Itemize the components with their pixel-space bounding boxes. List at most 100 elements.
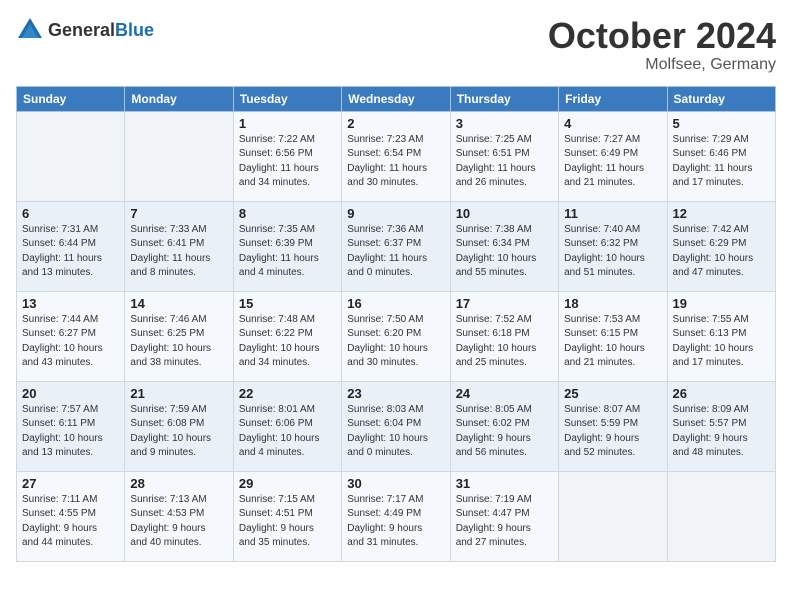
calendar-cell: 15 Sunrise: 7:48 AM Sunset: 6:22 PM Dayli…: [233, 291, 341, 381]
day-number: 10: [456, 206, 553, 221]
day-number: 5: [673, 116, 770, 131]
calendar-cell: 31 Sunrise: 7:19 AM Sunset: 4:47 PM Dayli…: [450, 471, 558, 561]
day-number: 31: [456, 476, 553, 491]
calendar-cell: 3 Sunrise: 7:25 AM Sunset: 6:51 PM Daylig…: [450, 111, 558, 201]
day-number: 20: [22, 386, 119, 401]
title-block: October 2024 Molfsee, Germany: [548, 16, 776, 74]
calendar-cell: [559, 471, 667, 561]
calendar-week-row: 27Sunrise: 7:11 AM Sunset: 4:55 PM Dayli…: [17, 471, 776, 561]
day-info: Sunrise: 7:36 AM Sunset: 6:37 PM Dayligh…: [347, 223, 444, 281]
calendar-cell: [125, 111, 233, 201]
day-info: Sunrise: 8:03 AM Sunset: 6:04 PM Dayligh…: [347, 403, 444, 461]
day-info: Sunrise: 7:57 AM Sunset: 6:11 PM Dayligh…: [22, 403, 119, 461]
calendar-cell: 18 Sunrise: 7:53 AM Sunset: 6:15 PM Dayli…: [559, 291, 667, 381]
day-number: 18: [564, 296, 661, 311]
calendar-cell: 23 Sunrise: 8:03 AM Sunset: 6:04 PM Dayli…: [342, 381, 450, 471]
logo-icon: [16, 16, 44, 44]
logo-general-text: General: [48, 20, 115, 40]
day-info: Sunrise: 7:53 AM Sunset: 6:15 PM Dayligh…: [564, 313, 661, 371]
day-number: 6: [22, 206, 119, 221]
day-info: Sunrise: 7:19 AM Sunset: 4:47 PM Dayligh…: [456, 493, 553, 551]
calendar-cell: 24 Sunrise: 8:05 AM Sunset: 6:02 PM Dayli…: [450, 381, 558, 471]
calendar-cell: 4Sunrise: 7:27 AM Sunset: 6:49 PM Daylig…: [559, 111, 667, 201]
weekday-header-wednesday: Wednesday: [342, 86, 450, 111]
calendar-cell: 17 Sunrise: 7:52 AM Sunset: 6:18 PM Dayli…: [450, 291, 558, 381]
calendar-cell: 9 Sunrise: 7:36 AM Sunset: 6:37 PM Daylig…: [342, 201, 450, 291]
day-number: 23: [347, 386, 444, 401]
day-info: Sunrise: 7:48 AM Sunset: 6:22 PM Dayligh…: [239, 313, 336, 371]
day-number: 11: [564, 206, 661, 221]
weekday-header-saturday: Saturday: [667, 86, 775, 111]
page-header: GeneralBlue October 2024 Molfsee, German…: [16, 16, 776, 74]
day-number: 29: [239, 476, 336, 491]
day-number: 12: [673, 206, 770, 221]
day-number: 9: [347, 206, 444, 221]
calendar-cell: 30 Sunrise: 7:17 AM Sunset: 4:49 PM Dayli…: [342, 471, 450, 561]
day-number: 3: [456, 116, 553, 131]
day-number: 14: [130, 296, 227, 311]
calendar-subtitle: Molfsee, Germany: [548, 56, 776, 74]
weekday-header-tuesday: Tuesday: [233, 86, 341, 111]
day-number: 17: [456, 296, 553, 311]
calendar-cell: 8Sunrise: 7:35 AM Sunset: 6:39 PM Daylig…: [233, 201, 341, 291]
calendar-cell: 7Sunrise: 7:33 AM Sunset: 6:41 PM Daylig…: [125, 201, 233, 291]
day-info: Sunrise: 8:09 AM Sunset: 5:57 PM Dayligh…: [673, 403, 770, 461]
calendar-cell: 11 Sunrise: 7:40 AM Sunset: 6:32 PM Dayli…: [559, 201, 667, 291]
day-number: 25: [564, 386, 661, 401]
day-number: 4: [564, 116, 661, 131]
calendar-week-row: 1Sunrise: 7:22 AM Sunset: 6:56 PM Daylig…: [17, 111, 776, 201]
day-number: 28: [130, 476, 227, 491]
logo-blue-text: Blue: [115, 20, 154, 40]
day-number: 16: [347, 296, 444, 311]
calendar-title: October 2024: [548, 16, 776, 56]
day-number: 19: [673, 296, 770, 311]
day-info: Sunrise: 7:29 AM Sunset: 6:46 PM Dayligh…: [673, 133, 770, 191]
day-number: 24: [456, 386, 553, 401]
calendar-cell: 27Sunrise: 7:11 AM Sunset: 4:55 PM Dayli…: [17, 471, 125, 561]
weekday-header-sunday: Sunday: [17, 86, 125, 111]
calendar-cell: 6 Sunrise: 7:31 AM Sunset: 6:44 PM Daylig…: [17, 201, 125, 291]
weekday-header-thursday: Thursday: [450, 86, 558, 111]
calendar-cell: 20 Sunrise: 7:57 AM Sunset: 6:11 PM Dayli…: [17, 381, 125, 471]
day-info: Sunrise: 7:38 AM Sunset: 6:34 PM Dayligh…: [456, 223, 553, 281]
day-info: Sunrise: 8:07 AM Sunset: 5:59 PM Dayligh…: [564, 403, 661, 461]
calendar-cell: 2 Sunrise: 7:23 AM Sunset: 6:54 PM Daylig…: [342, 111, 450, 201]
day-info: Sunrise: 7:22 AM Sunset: 6:56 PM Dayligh…: [239, 133, 336, 191]
calendar-cell: 28 Sunrise: 7:13 AM Sunset: 4:53 PM Dayli…: [125, 471, 233, 561]
day-info: Sunrise: 7:25 AM Sunset: 6:51 PM Dayligh…: [456, 133, 553, 191]
calendar-cell: 25 Sunrise: 8:07 AM Sunset: 5:59 PM Dayli…: [559, 381, 667, 471]
calendar-cell: 21Sunrise: 7:59 AM Sunset: 6:08 PM Dayli…: [125, 381, 233, 471]
day-info: Sunrise: 8:05 AM Sunset: 6:02 PM Dayligh…: [456, 403, 553, 461]
day-info: Sunrise: 7:46 AM Sunset: 6:25 PM Dayligh…: [130, 313, 227, 371]
day-number: 30: [347, 476, 444, 491]
calendar-cell: 22Sunrise: 8:01 AM Sunset: 6:06 PM Dayli…: [233, 381, 341, 471]
calendar-table: SundayMondayTuesdayWednesdayThursdayFrid…: [16, 86, 776, 562]
day-info: Sunrise: 7:23 AM Sunset: 6:54 PM Dayligh…: [347, 133, 444, 191]
day-number: 13: [22, 296, 119, 311]
calendar-week-row: 20 Sunrise: 7:57 AM Sunset: 6:11 PM Dayli…: [17, 381, 776, 471]
day-info: Sunrise: 7:50 AM Sunset: 6:20 PM Dayligh…: [347, 313, 444, 371]
calendar-cell: 14 Sunrise: 7:46 AM Sunset: 6:25 PM Dayli…: [125, 291, 233, 381]
day-info: Sunrise: 7:17 AM Sunset: 4:49 PM Dayligh…: [347, 493, 444, 551]
calendar-cell: 13 Sunrise: 7:44 AM Sunset: 6:27 PM Dayli…: [17, 291, 125, 381]
day-info: Sunrise: 7:59 AM Sunset: 6:08 PM Dayligh…: [130, 403, 227, 461]
calendar-cell: 26 Sunrise: 8:09 AM Sunset: 5:57 PM Dayli…: [667, 381, 775, 471]
day-info: Sunrise: 7:40 AM Sunset: 6:32 PM Dayligh…: [564, 223, 661, 281]
calendar-cell: 1Sunrise: 7:22 AM Sunset: 6:56 PM Daylig…: [233, 111, 341, 201]
day-number: 15: [239, 296, 336, 311]
logo: GeneralBlue: [16, 16, 154, 44]
weekday-header-friday: Friday: [559, 86, 667, 111]
calendar-cell: 19Sunrise: 7:55 AM Sunset: 6:13 PM Dayli…: [667, 291, 775, 381]
weekday-header-row: SundayMondayTuesdayWednesdayThursdayFrid…: [17, 86, 776, 111]
day-info: Sunrise: 8:01 AM Sunset: 6:06 PM Dayligh…: [239, 403, 336, 461]
day-info: Sunrise: 7:13 AM Sunset: 4:53 PM Dayligh…: [130, 493, 227, 551]
day-info: Sunrise: 7:52 AM Sunset: 6:18 PM Dayligh…: [456, 313, 553, 371]
day-number: 8: [239, 206, 336, 221]
day-number: 2: [347, 116, 444, 131]
day-info: Sunrise: 7:31 AM Sunset: 6:44 PM Dayligh…: [22, 223, 119, 281]
calendar-cell: 10 Sunrise: 7:38 AM Sunset: 6:34 PM Dayli…: [450, 201, 558, 291]
calendar-cell: 12Sunrise: 7:42 AM Sunset: 6:29 PM Dayli…: [667, 201, 775, 291]
day-number: 26: [673, 386, 770, 401]
day-info: Sunrise: 7:44 AM Sunset: 6:27 PM Dayligh…: [22, 313, 119, 371]
calendar-week-row: 13 Sunrise: 7:44 AM Sunset: 6:27 PM Dayli…: [17, 291, 776, 381]
